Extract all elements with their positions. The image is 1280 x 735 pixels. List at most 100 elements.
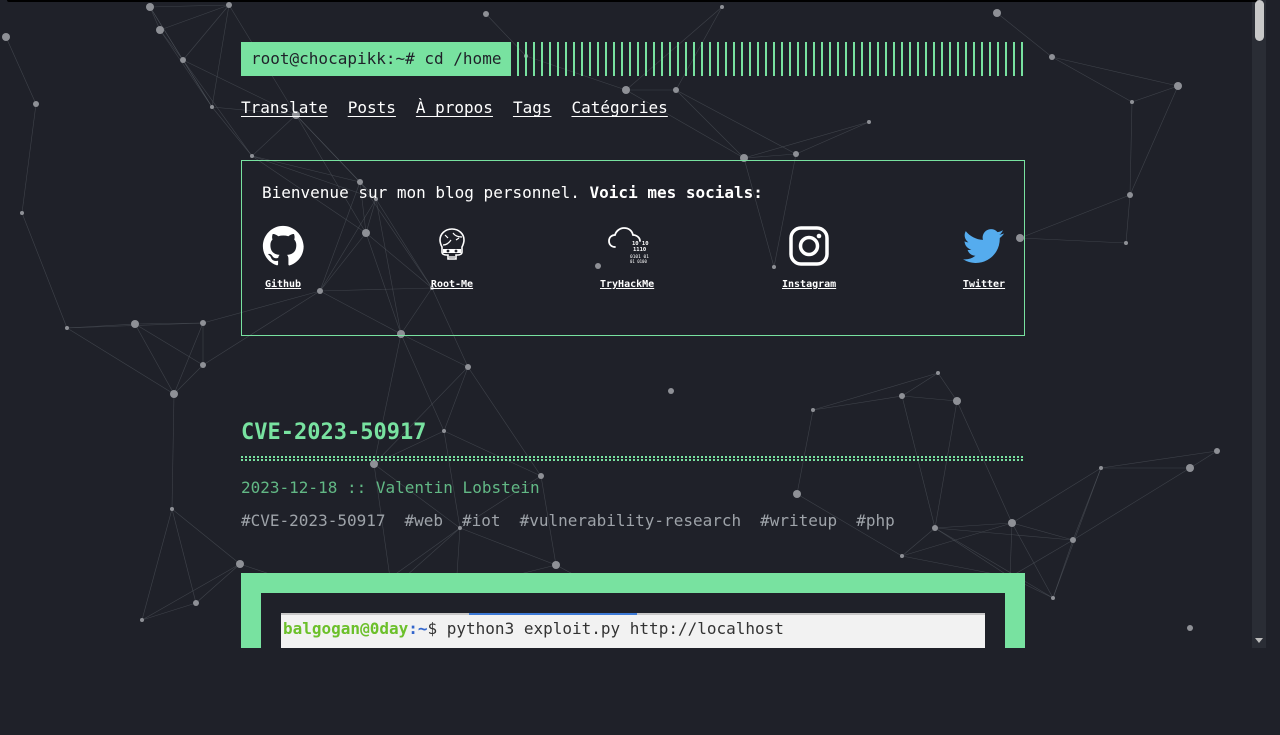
below-viewport-area xyxy=(0,648,1280,735)
page-viewport: root@chocapikk:~# cd /home Translate Pos… xyxy=(0,0,1266,648)
network-node xyxy=(1186,464,1194,472)
network-link xyxy=(1072,467,1191,541)
terminal-selection-bar xyxy=(469,613,637,615)
network-node xyxy=(200,320,206,326)
network-link xyxy=(5,36,37,105)
network-node xyxy=(1174,82,1182,90)
tag-link[interactable]: #writeup xyxy=(760,511,837,530)
terminal-user: balgogan@0day xyxy=(283,619,409,638)
network-link xyxy=(1052,467,1102,599)
network-node xyxy=(1127,192,1133,198)
tag-link[interactable]: #iot xyxy=(462,511,501,530)
social-instagram[interactable]: Instagram xyxy=(782,225,836,290)
network-node xyxy=(1214,448,1220,454)
instagram-icon xyxy=(789,226,829,266)
github-icon xyxy=(262,225,304,266)
network-node xyxy=(1070,537,1076,543)
network-node xyxy=(2,33,10,41)
svg-text:1110: 1110 xyxy=(633,247,646,253)
network-link xyxy=(149,6,184,61)
site-header: root@chocapikk:~# cd /home xyxy=(241,42,1025,76)
menu-item-categories[interactable]: Catégories xyxy=(571,98,667,117)
welcome-text: Bienvenue sur mon blog personnel. Voici … xyxy=(262,183,1004,202)
post-cover-image: balgogan@0day:~$ python3 exploit.py http… xyxy=(281,613,985,648)
network-link xyxy=(141,602,197,621)
site-logo[interactable]: root@chocapikk:~# cd /home xyxy=(241,42,512,76)
post-tags: #CVE-2023-50917 #web #iot #vulnerability… xyxy=(241,511,1025,530)
menu-item-translate[interactable]: Translate xyxy=(241,98,328,117)
network-link xyxy=(141,508,173,621)
social-label-instagram[interactable]: Instagram xyxy=(782,279,836,290)
tag-link[interactable]: #vulnerability-research xyxy=(520,511,742,530)
welcome-message: Bienvenue sur mon blog personnel. xyxy=(262,183,580,202)
post-cover-inner: balgogan@0day:~$ python3 exploit.py http… xyxy=(261,593,1005,648)
network-node xyxy=(180,57,186,63)
network-link xyxy=(134,323,204,366)
social-github[interactable]: Github xyxy=(262,225,304,290)
twitter-icon xyxy=(963,229,1005,263)
window-top-edge xyxy=(7,0,1257,2)
network-link xyxy=(1011,467,1102,524)
social-label-github[interactable]: Github xyxy=(262,279,304,290)
social-label-root-me[interactable]: Root-Me xyxy=(428,279,476,290)
network-node xyxy=(200,362,206,368)
network-link xyxy=(211,4,230,108)
network-node xyxy=(65,326,69,330)
post-title[interactable]: CVE-2023-50917 xyxy=(241,418,1025,448)
social-tryhackme[interactable]: 10 10 1110 0101 01 01 0100 TryHackMe xyxy=(600,225,654,290)
network-link xyxy=(1019,237,1127,244)
tag-link[interactable]: #php xyxy=(856,511,895,530)
logo-stripes xyxy=(517,42,1025,76)
post-title-divider xyxy=(241,456,1025,461)
social-root-me[interactable]: Root-Me xyxy=(428,225,476,290)
network-node xyxy=(1124,241,1128,245)
post-cover-frame[interactable]: balgogan@0day:~$ python3 exploit.py http… xyxy=(241,573,1025,648)
network-node xyxy=(193,600,199,606)
network-link xyxy=(173,364,204,395)
network-node xyxy=(1051,596,1055,600)
scrollbar-thumb[interactable] xyxy=(1255,0,1264,41)
network-node xyxy=(146,3,154,11)
root-me-icon xyxy=(439,228,465,260)
network-node xyxy=(210,105,214,109)
tag-link[interactable]: #CVE-2023-50917 xyxy=(241,511,386,530)
welcome-box: Bienvenue sur mon blog personnel. Voici … xyxy=(241,160,1025,336)
welcome-socials-heading: Voici mes socials: xyxy=(589,183,763,202)
network-node xyxy=(993,9,1001,17)
network-link xyxy=(1100,450,1218,469)
network-link xyxy=(173,322,204,395)
network-node xyxy=(720,5,724,9)
network-link xyxy=(195,563,241,604)
network-link xyxy=(171,508,241,565)
social-twitter[interactable]: Twitter xyxy=(962,225,1006,290)
network-node xyxy=(131,320,139,328)
tag-link[interactable]: #web xyxy=(405,511,444,530)
network-link xyxy=(1189,450,1218,469)
social-label-tryhackme[interactable]: TryHackMe xyxy=(600,279,654,290)
network-node xyxy=(170,390,178,398)
network-node xyxy=(1187,625,1193,631)
network-node xyxy=(170,507,174,511)
network-node xyxy=(33,101,39,107)
network-link xyxy=(1129,101,1133,196)
terminal-command: $ python3 exploit.py http://localhost xyxy=(427,619,784,638)
network-node xyxy=(156,26,164,34)
menu-item-posts[interactable]: Posts xyxy=(348,98,396,117)
network-link xyxy=(171,508,197,604)
terminal-path: :~ xyxy=(408,619,428,638)
network-link xyxy=(1019,194,1131,239)
network-node xyxy=(483,11,489,17)
svg-text:01 0100: 01 0100 xyxy=(630,259,647,264)
network-link xyxy=(21,103,37,214)
network-node xyxy=(1099,466,1103,470)
vertical-scrollbar[interactable] xyxy=(1252,0,1266,648)
network-node xyxy=(1130,100,1134,104)
menu-item-tags[interactable]: Tags xyxy=(513,98,552,117)
social-label-twitter[interactable]: Twitter xyxy=(962,279,1006,290)
network-link xyxy=(159,29,184,61)
network-link xyxy=(1125,194,1131,244)
page-container: root@chocapikk:~# cd /home Translate Pos… xyxy=(241,42,1025,648)
scroll-down-arrow-icon[interactable] xyxy=(1255,638,1263,643)
menu-item-a-propos[interactable]: À propos xyxy=(416,98,493,117)
network-node xyxy=(20,211,24,215)
